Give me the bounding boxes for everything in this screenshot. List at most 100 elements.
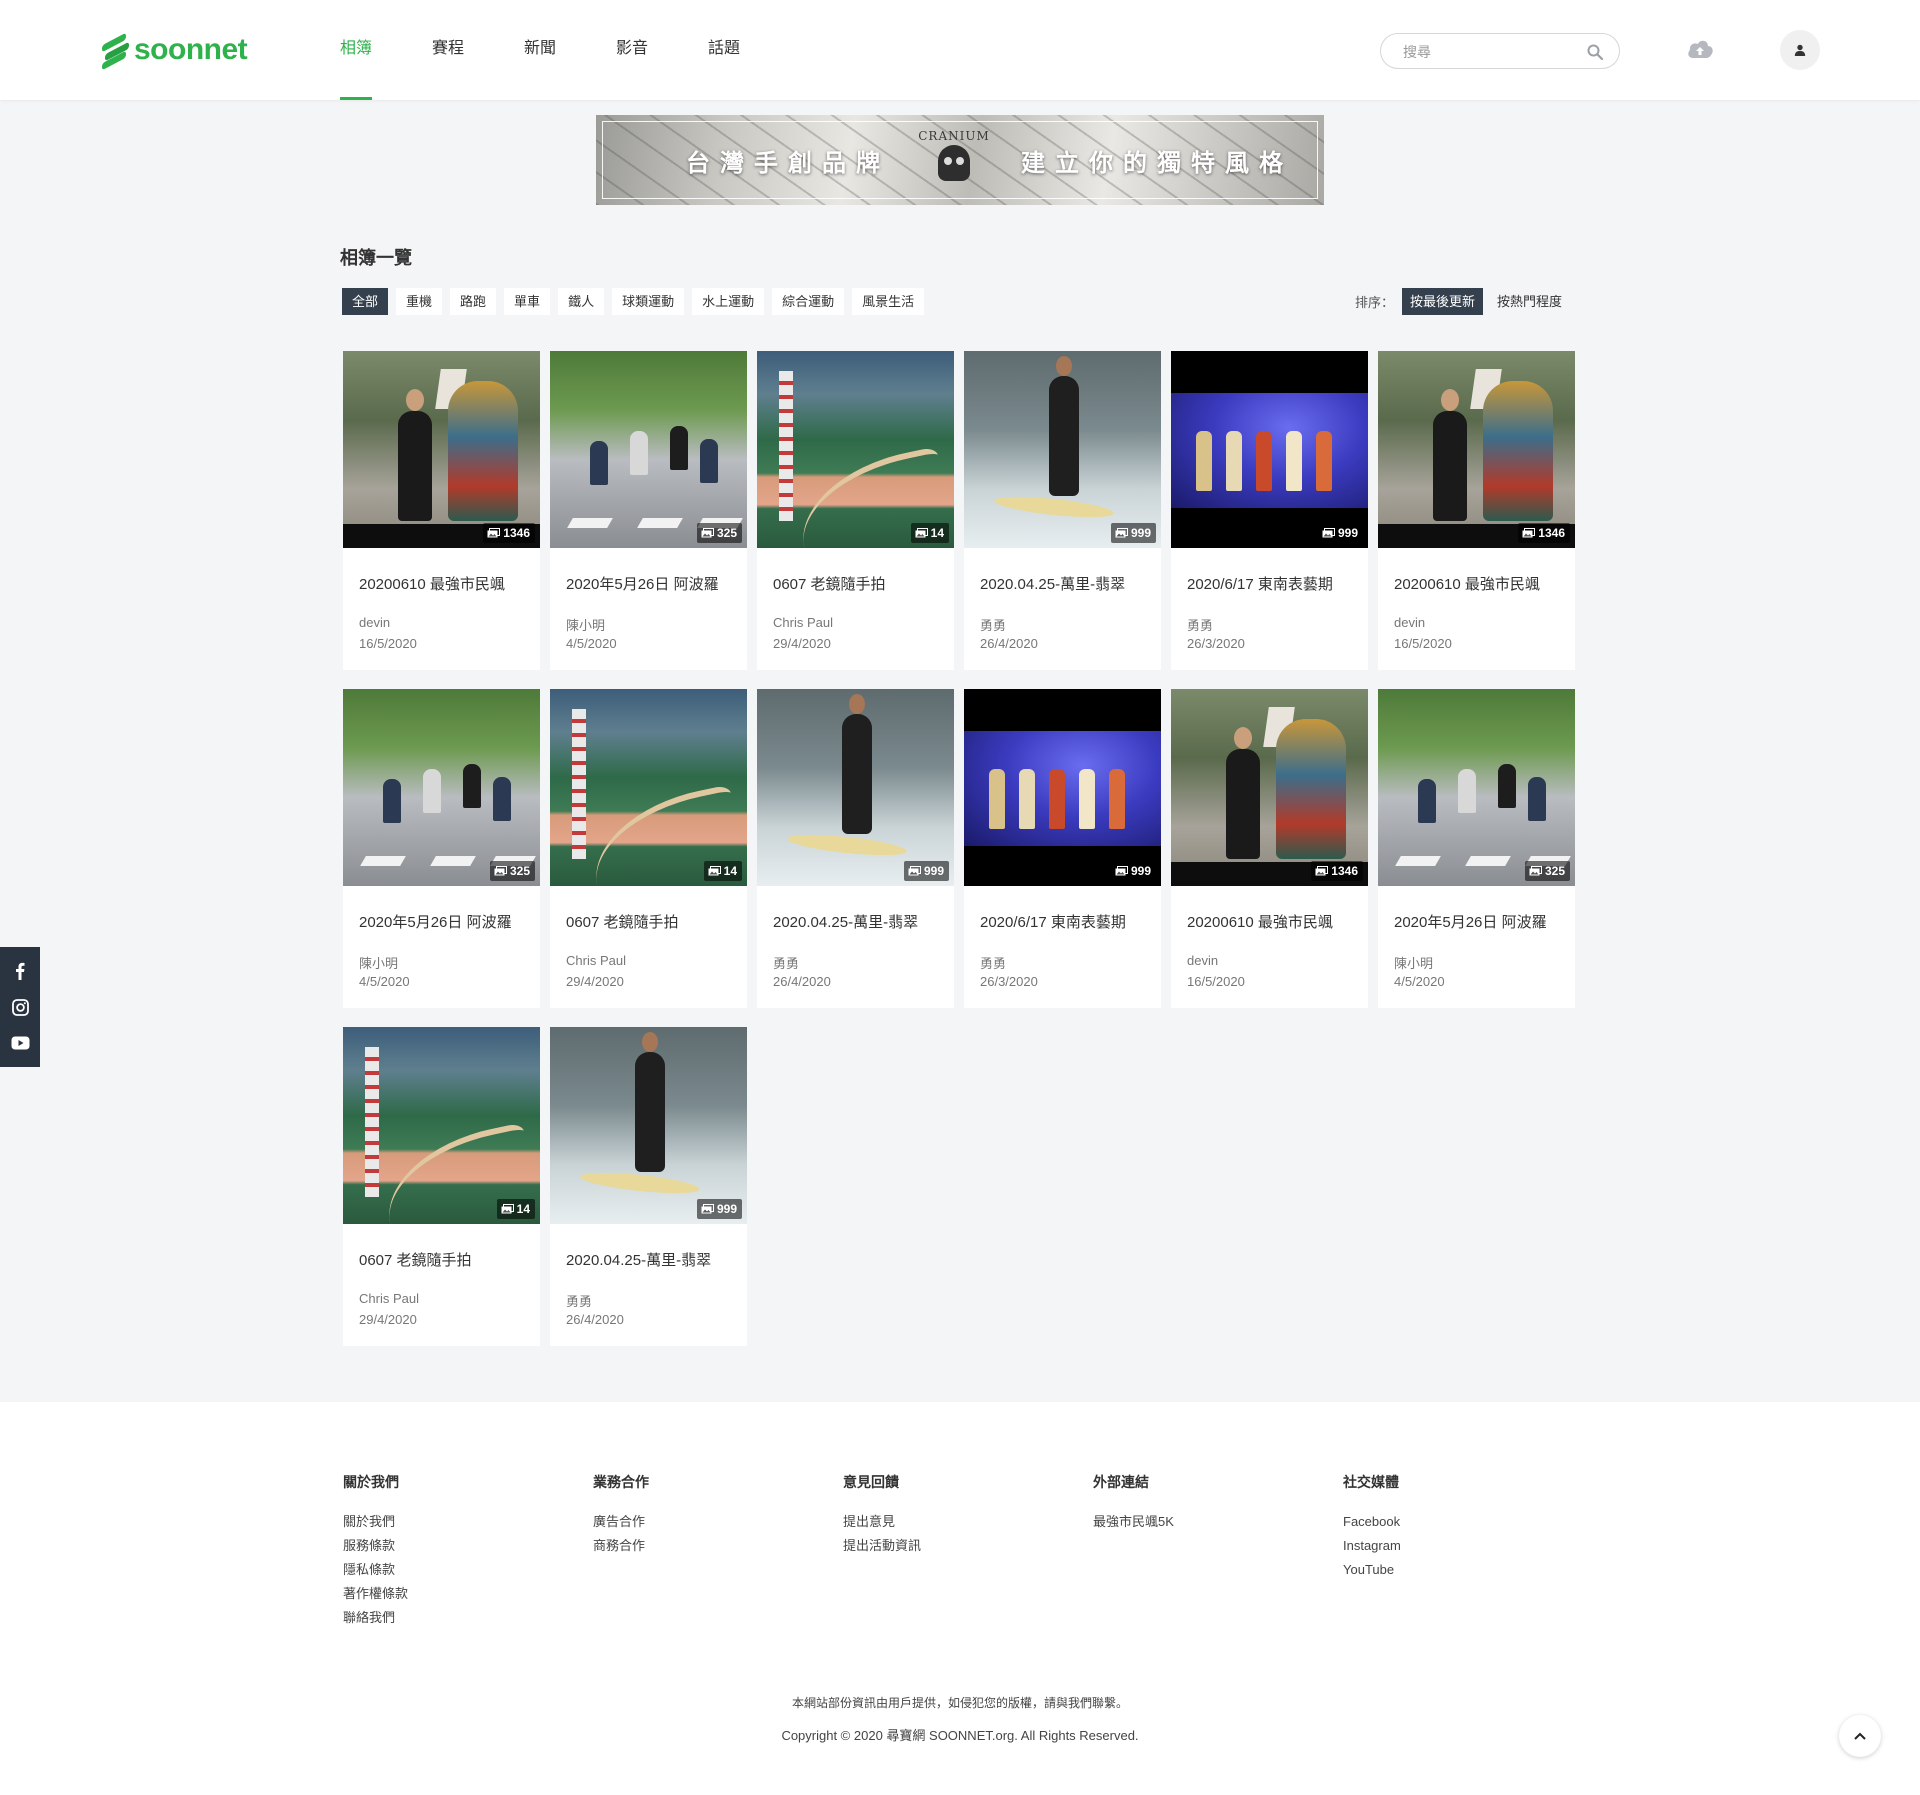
album-card[interactable]: 325 2020年5月26日 阿波羅 陳小明 4/5/2020 bbox=[550, 351, 747, 670]
album-thumbnail[interactable]: 999 bbox=[757, 689, 954, 886]
album-title[interactable]: 0607 老鏡隨手拍 bbox=[773, 573, 949, 594]
footer-link-youtube[interactable]: YouTube bbox=[1343, 1558, 1401, 1582]
album-card[interactable]: 1346 20200610 最強市民颯 devin 16/5/2020 bbox=[343, 351, 540, 670]
user-account-button[interactable] bbox=[1780, 30, 1820, 70]
photos-icon bbox=[1115, 528, 1128, 538]
footer-link-feedback[interactable]: 提出意見 bbox=[843, 1510, 921, 1534]
album-card[interactable]: 999 2020/6/17 東南表藝期 勇勇 26/3/2020 bbox=[1171, 351, 1368, 670]
nav-topics[interactable]: 話題 bbox=[678, 0, 770, 100]
main-nav: 相簿 賽程 新聞 影音 話題 bbox=[310, 0, 770, 100]
footer-link-about[interactable]: 關於我們 bbox=[343, 1510, 408, 1534]
album-title[interactable]: 20200610 最強市民颯 bbox=[359, 573, 535, 594]
album-thumbnail[interactable]: 325 bbox=[1378, 689, 1575, 886]
filter-cycling[interactable]: 單車 bbox=[504, 288, 551, 315]
footer-link-terms[interactable]: 服務條款 bbox=[343, 1534, 408, 1558]
album-card[interactable]: 325 2020年5月26日 阿波羅 陳小明 4/5/2020 bbox=[1378, 689, 1575, 1008]
search-icon[interactable] bbox=[1587, 44, 1603, 60]
album-card[interactable]: 999 2020/6/17 東南表藝期 勇勇 26/3/2020 bbox=[964, 689, 1161, 1008]
album-title[interactable]: 2020.04.25-萬里-翡翠 bbox=[566, 1249, 742, 1270]
footer-link-instagram[interactable]: Instagram bbox=[1343, 1534, 1401, 1558]
sort-latest-button[interactable]: 按最後更新 bbox=[1402, 288, 1484, 315]
filter-ball-sports[interactable]: 球類運動 bbox=[612, 288, 685, 315]
nav-schedule[interactable]: 賽程 bbox=[402, 0, 494, 100]
photos-icon bbox=[701, 528, 714, 538]
album-title[interactable]: 20200610 最強市民颯 bbox=[1394, 573, 1570, 594]
filter-water-sports[interactable]: 水上運動 bbox=[692, 288, 765, 315]
logo-text: soonnet bbox=[134, 33, 248, 66]
photo-count: 325 bbox=[716, 526, 737, 540]
album-author: 陳小明 bbox=[566, 618, 606, 633]
instagram-button[interactable] bbox=[10, 997, 30, 1017]
nav-albums[interactable]: 相簿 bbox=[310, 0, 402, 100]
sort-popular-button[interactable]: 按熱門程度 bbox=[1489, 288, 1570, 315]
album-card[interactable]: 14 0607 老鏡隨手拍 Chris Paul 29/4/2020 bbox=[343, 1027, 540, 1346]
album-title[interactable]: 2020.04.25-萬里-翡翠 bbox=[773, 911, 949, 932]
album-title[interactable]: 2020.04.25-萬里-翡翠 bbox=[980, 573, 1156, 594]
ad-banner[interactable]: 台灣手創品牌 CRANIUM 建立你的獨特風格 bbox=[596, 115, 1324, 205]
album-card[interactable]: 14 0607 老鏡隨手拍 Chris Paul 29/4/2020 bbox=[550, 689, 747, 1008]
facebook-icon bbox=[16, 962, 25, 980]
album-title[interactable]: 2020/6/17 東南表藝期 bbox=[1187, 573, 1363, 594]
footer-link-contact[interactable]: 聯絡我們 bbox=[343, 1606, 408, 1630]
site-logo[interactable]: soonnet bbox=[102, 32, 248, 71]
album-thumbnail[interactable]: 14 bbox=[757, 351, 954, 548]
album-card[interactable]: 1346 20200610 最強市民颯 devin 16/5/2020 bbox=[1378, 351, 1575, 670]
filter-triathlon[interactable]: 鐵人 bbox=[558, 288, 605, 315]
album-thumbnail[interactable]: 999 bbox=[964, 689, 1161, 886]
footer-link-external-5k[interactable]: 最強市民颯5K bbox=[1093, 1510, 1174, 1534]
album-thumbnail[interactable]: 1346 bbox=[1171, 689, 1368, 886]
filter-running[interactable]: 路跑 bbox=[450, 288, 497, 315]
footer-link-copyright[interactable]: 著作權條款 bbox=[343, 1582, 408, 1606]
album-card[interactable]: 999 2020.04.25-萬里-翡翠 勇勇 26/4/2020 bbox=[550, 1027, 747, 1346]
album-thumbnail[interactable]: 1346 bbox=[343, 351, 540, 548]
photo-count: 14 bbox=[930, 526, 944, 540]
footer-link-partnership[interactable]: 商務合作 bbox=[593, 1534, 649, 1558]
skull-icon bbox=[938, 145, 970, 181]
album-title[interactable]: 2020年5月26日 阿波羅 bbox=[566, 573, 742, 594]
chevron-up-icon bbox=[1854, 1732, 1866, 1740]
album-title[interactable]: 2020/6/17 東南表藝期 bbox=[980, 911, 1156, 932]
nav-news[interactable]: 新聞 bbox=[494, 0, 586, 100]
album-title[interactable]: 0607 老鏡隨手拍 bbox=[566, 911, 742, 932]
album-title[interactable]: 0607 老鏡隨手拍 bbox=[359, 1249, 535, 1270]
album-thumbnail[interactable]: 1346 bbox=[1378, 351, 1575, 548]
album-thumbnail[interactable]: 14 bbox=[343, 1027, 540, 1224]
nav-video[interactable]: 影音 bbox=[586, 0, 678, 100]
album-card[interactable]: 999 2020.04.25-萬里-翡翠 勇勇 26/4/2020 bbox=[757, 689, 954, 1008]
filter-multisport[interactable]: 綜合運動 bbox=[772, 288, 845, 315]
footer-link-privacy[interactable]: 隱私條款 bbox=[343, 1558, 408, 1582]
youtube-button[interactable] bbox=[10, 1033, 30, 1053]
footer-link-submit-event[interactable]: 提出活動資訊 bbox=[843, 1534, 921, 1558]
album-thumbnail[interactable]: 999 bbox=[964, 351, 1161, 548]
footer-col-title: 關於我們 bbox=[343, 1474, 399, 1490]
album-thumbnail[interactable]: 325 bbox=[343, 689, 540, 886]
facebook-button[interactable] bbox=[10, 961, 30, 981]
album-date: 4/5/2020 bbox=[359, 974, 410, 989]
filter-scenery[interactable]: 風景生活 bbox=[852, 288, 925, 315]
section-title: 相簿一覽 bbox=[340, 248, 412, 268]
album-thumbnail[interactable]: 14 bbox=[550, 689, 747, 886]
back-to-top-button[interactable] bbox=[1839, 1715, 1881, 1757]
footer-link-ads[interactable]: 廣告合作 bbox=[593, 1510, 649, 1534]
album-title[interactable]: 2020年5月26日 阿波羅 bbox=[1394, 911, 1570, 932]
photo-count: 325 bbox=[509, 864, 530, 878]
album-card[interactable]: 14 0607 老鏡隨手拍 Chris Paul 29/4/2020 bbox=[757, 351, 954, 670]
photo-count: 1346 bbox=[1538, 526, 1565, 540]
photo-count-badge: 999 bbox=[1110, 861, 1156, 881]
album-title[interactable]: 20200610 最強市民颯 bbox=[1187, 911, 1363, 932]
photo-count-badge: 14 bbox=[703, 861, 742, 881]
album-title[interactable]: 2020年5月26日 阿波羅 bbox=[359, 911, 535, 932]
upload-cloud-icon[interactable] bbox=[1686, 38, 1714, 60]
footer-link-facebook[interactable]: Facebook bbox=[1343, 1510, 1401, 1534]
album-thumbnail[interactable]: 999 bbox=[1171, 351, 1368, 548]
search-input[interactable] bbox=[1403, 42, 1573, 62]
photos-icon bbox=[915, 528, 928, 538]
album-card[interactable]: 999 2020.04.25-萬里-翡翠 勇勇 26/4/2020 bbox=[964, 351, 1161, 670]
album-thumbnail[interactable]: 999 bbox=[550, 1027, 747, 1224]
album-author: devin bbox=[1394, 615, 1426, 630]
album-card[interactable]: 325 2020年5月26日 阿波羅 陳小明 4/5/2020 bbox=[343, 689, 540, 1008]
filter-motorcycle[interactable]: 重機 bbox=[396, 288, 443, 315]
album-card[interactable]: 1346 20200610 最強市民颯 devin 16/5/2020 bbox=[1171, 689, 1368, 1008]
filter-all[interactable]: 全部 bbox=[342, 288, 389, 315]
album-thumbnail[interactable]: 325 bbox=[550, 351, 747, 548]
